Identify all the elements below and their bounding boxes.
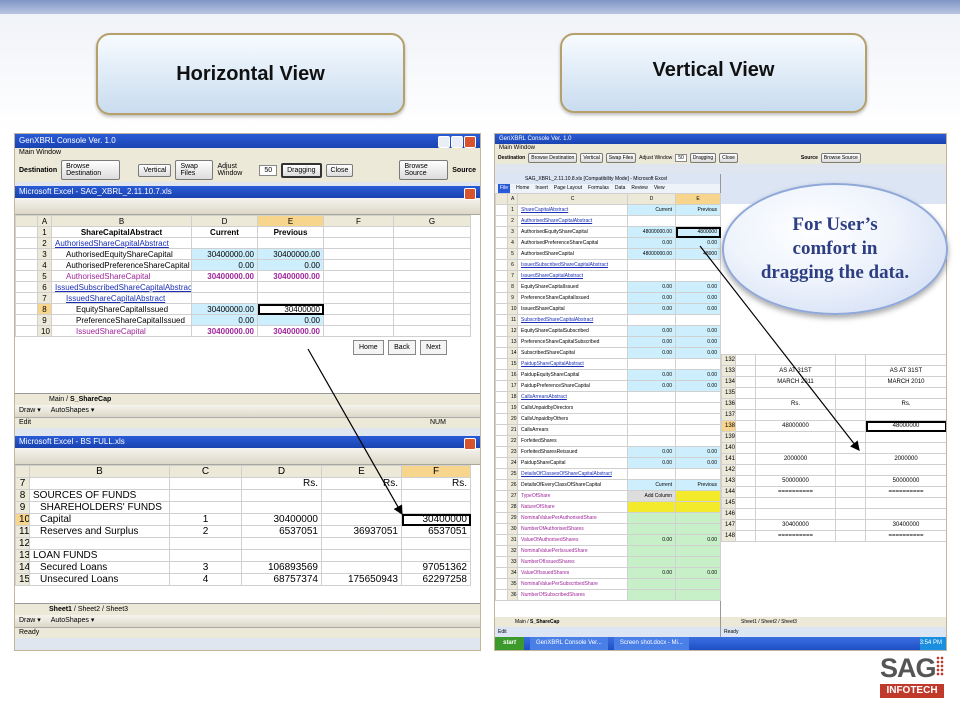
- drag-arrows: [307, 245, 860, 516]
- sag-infotech-logo: SAG INFOTECH: [880, 654, 944, 710]
- logo-sag-text: SAG: [880, 653, 937, 683]
- drag-arrow-horizontal: [307, 348, 403, 516]
- logo-infotech-text: INFOTECH: [880, 684, 944, 698]
- logo-dots-icon: [936, 656, 944, 676]
- drag-arrow-vertical: [699, 245, 860, 451]
